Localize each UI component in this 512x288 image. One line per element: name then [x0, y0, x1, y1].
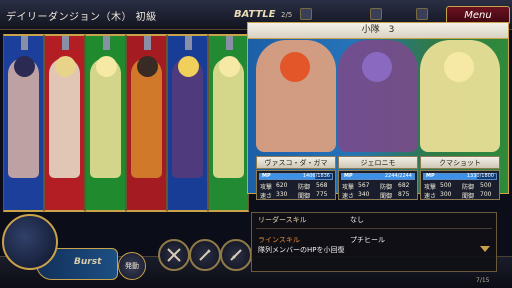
line-skill-value: プチヒール: [350, 236, 385, 244]
attack-label: 攻撃: [260, 184, 273, 191]
speed-label: 速さ: [424, 193, 437, 200]
mp-bar: MP 2244/2244: [341, 173, 415, 180]
magic-defense-value: 775: [316, 191, 328, 198]
attack-label: 攻撃: [424, 184, 437, 191]
attack-value: 500: [440, 182, 452, 189]
leader-skill-label: リーダースキル: [258, 216, 307, 224]
page-counter: 7/15: [476, 277, 490, 284]
magic-defense-value: 700: [480, 191, 492, 198]
scroll-down-icon[interactable]: [480, 246, 490, 252]
defense-value: 500: [480, 182, 492, 189]
skill-slot-1[interactable]: [158, 239, 190, 271]
mp-value: 2244/2244: [384, 173, 412, 179]
member-name: クマショット: [420, 156, 500, 169]
battle-label: BATTLE: [234, 9, 276, 20]
magic-defense-value: 875: [398, 191, 410, 198]
squad-title: 小隊 3: [247, 22, 509, 39]
member-stats: MP 1406/1836 攻撃 620 防御 568 速さ 330 聞御 775: [256, 170, 336, 200]
crossed-swords-icon: [167, 248, 181, 262]
sword-icon: [230, 249, 242, 261]
dagger-icon: [199, 249, 211, 261]
coin-icon: [416, 8, 428, 20]
defense-label: 防御: [298, 184, 311, 191]
speed-label: 速さ: [260, 193, 273, 200]
speed-label: 速さ: [342, 193, 355, 200]
attack-value: 620: [276, 182, 288, 189]
speed-value: 300: [440, 191, 452, 198]
sword-icon: [62, 36, 69, 50]
line-skill-description: 隊列メンバーのHPを小回復: [258, 246, 345, 254]
mp-bar: MP 1330/1800: [423, 173, 497, 180]
mp-value: 1330/1800: [466, 173, 494, 179]
speed-value: 330: [276, 191, 288, 198]
character-head: [14, 56, 35, 77]
speed-value: 340: [358, 191, 370, 198]
member-stats: MP 1330/1800 攻撃 500 防御 500 速さ 300 聞御 700: [420, 170, 500, 200]
burst-orb[interactable]: [2, 214, 58, 270]
mp-label: MP: [262, 173, 271, 179]
magic-defense-label: 聞御: [380, 193, 393, 200]
mp-label: MP: [344, 173, 353, 179]
stage-title: デイリーダンジョン（木） 初級: [6, 12, 157, 23]
party-banner-4[interactable]: [126, 34, 167, 212]
member-name: ヴァスコ・ダ・ガマ: [256, 156, 336, 169]
party-banner-5[interactable]: [167, 34, 208, 212]
card-icon: [370, 8, 382, 20]
party-banner-2[interactable]: [44, 34, 85, 212]
character-head: [178, 56, 199, 77]
defense-label: 防御: [380, 184, 393, 191]
party-banner-6[interactable]: [208, 34, 249, 212]
line-skill-label: ラインスキル: [258, 236, 300, 244]
skill-slot-2[interactable]: [189, 239, 221, 271]
attack-value: 567: [358, 182, 370, 189]
sword-icon: [185, 36, 192, 50]
party-banner-1[interactable]: [3, 34, 44, 212]
activate-button[interactable]: 発動: [118, 252, 146, 280]
mp-bar: MP 1406/1836: [259, 173, 333, 180]
sword-icon: [226, 36, 233, 50]
divider: [256, 228, 492, 229]
character-head: [219, 56, 240, 77]
leader-skill-value: なし: [350, 216, 364, 224]
treasure-chest-icon: [300, 8, 312, 20]
defense-label: 防御: [462, 184, 475, 191]
burst-label: Burst: [74, 257, 102, 267]
sword-icon: [144, 36, 151, 50]
member-stats: MP 2244/2244 攻撃 567 防御 682 速さ 340 聞御 875: [338, 170, 418, 200]
member-name: ジェロニモ: [338, 156, 418, 169]
character-head: [137, 56, 158, 77]
defense-value: 568: [316, 182, 328, 189]
teddy-bear-head: [444, 52, 474, 82]
magic-defense-label: 聞御: [462, 193, 475, 200]
attack-label: 攻撃: [342, 184, 355, 191]
wave-counter: 2/5: [281, 11, 293, 19]
magic-defense-label: 聞御: [298, 193, 311, 200]
sword-icon: [21, 36, 28, 50]
character-head: [362, 52, 392, 82]
sword-icon: [103, 36, 110, 50]
character-head: [55, 56, 76, 77]
party-banner-3[interactable]: [85, 34, 126, 212]
mp-value: 1406/1836: [302, 173, 330, 179]
defense-value: 682: [398, 182, 410, 189]
character-head: [280, 52, 310, 82]
character-head: [96, 56, 117, 77]
mp-label: MP: [426, 173, 435, 179]
skill-slot-3[interactable]: [220, 239, 252, 271]
